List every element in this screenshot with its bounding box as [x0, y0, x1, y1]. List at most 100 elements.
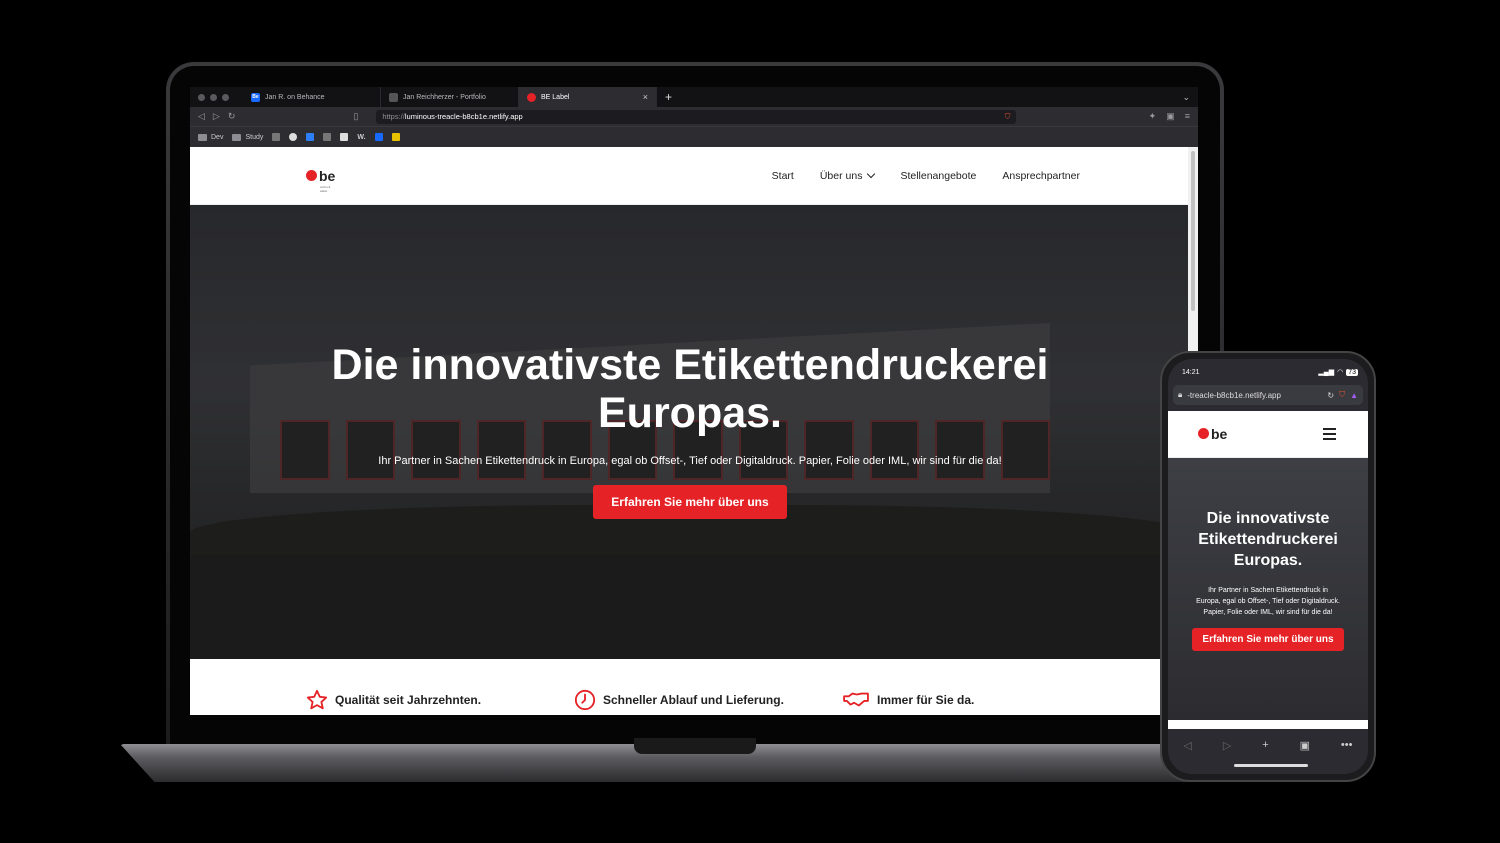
menu-icon[interactable]: ≡ — [1185, 111, 1190, 122]
bookmark-icon[interactable] — [323, 133, 332, 141]
browser-tab-be-label[interactable]: BE Label × — [519, 87, 657, 107]
site-logo[interactable]: be verbu & etiket — [306, 167, 336, 193]
phone-status-bar: 14:21 ▂▄▆ ◠ 73 — [1168, 359, 1368, 385]
browser-tab-bar: Be Jan R. on Behance Jan Reichherzer - P… — [190, 87, 1198, 107]
website-viewport: be verbu & etiket Start Über uns Stellen… — [190, 147, 1198, 715]
nav-start[interactable]: Start — [772, 170, 794, 182]
feature-speed: Schneller Ablauf und Lieferung. — [574, 689, 842, 711]
status-time: 14:21 — [1182, 368, 1200, 376]
hamburger-menu-icon[interactable] — [1323, 428, 1336, 440]
phone-site-header: be — [1168, 411, 1368, 458]
feature-label: Immer für Sie da. — [877, 693, 975, 707]
browser-tab-portfolio[interactable]: Jan Reichherzer - Portfolio — [381, 87, 519, 107]
feature-label: Qualität seit Jahrzehnten. — [335, 693, 482, 707]
wifi-icon: ◠ — [1337, 369, 1344, 376]
back-icon[interactable]: ◁ — [1183, 739, 1191, 752]
phone-url: -treacle-b8cb1e.netlify.app — [1187, 390, 1281, 400]
forward-icon[interactable]: ▷ — [213, 111, 220, 122]
hero-title: Die innovativste Etikettendruckerei Euro… — [331, 341, 1049, 437]
url-host: luminous-treacle-b8cb1e.netlify.app — [404, 112, 523, 121]
features-strip: Qualität seit Jahrzehnten. Schneller Abl… — [190, 659, 1190, 715]
bookmark-folder-study[interactable]: Study — [232, 133, 263, 141]
laptop: Be Jan R. on Behance Jan Reichherzer - P… — [166, 62, 1224, 752]
phone-screen: 14:21 ▂▄▆ ◠ 73 🔒︎ -treacle-b8cb1e.netlif… — [1168, 359, 1368, 774]
more-icon[interactable]: ••• — [1341, 739, 1353, 751]
signal-icon: ▂▄▆ — [1318, 369, 1335, 376]
phone-website: be Die innovativste Etikettendruckerei E… — [1168, 411, 1368, 729]
home-indicator[interactable] — [1234, 764, 1308, 767]
brave-shield-icon[interactable]: ⛉ — [1339, 390, 1345, 400]
window-controls[interactable] — [198, 93, 229, 101]
tab-label: Jan R. on Behance — [265, 93, 325, 101]
laptop-screen: Be Jan R. on Behance Jan Reichherzer - P… — [190, 87, 1198, 715]
phone-address-bar[interactable]: 🔒︎ -treacle-b8cb1e.netlify.app ↻ ⛉ ▲ — [1173, 385, 1363, 405]
new-tab-icon[interactable]: + — [665, 90, 672, 104]
heart-icon — [1198, 428, 1209, 439]
bookmark-icon[interactable] — [306, 133, 315, 141]
star-icon — [306, 689, 328, 710]
cta-button[interactable]: Erfahren Sie mehr über uns — [593, 485, 787, 519]
hero-subtitle: Ihr Partner in Sachen Etikettendruck in … — [1196, 587, 1340, 616]
nav-ansprechpartner[interactable]: Ansprechpartner — [1002, 170, 1080, 182]
sidebar-icon[interactable]: ▣ — [1166, 111, 1175, 122]
bookmark-icon[interactable] — [272, 133, 281, 141]
feature-label: Schneller Ablauf und Lieferung. — [603, 693, 784, 707]
clock-icon — [574, 689, 596, 711]
hero-title: Die innovativste Etikettendruckerei Euro… — [1198, 510, 1338, 569]
feature-support: Immer für Sie da. — [842, 689, 1110, 711]
bookmarks-bar: Dev Study W. — [190, 126, 1198, 147]
feature-quality: Qualität seit Jahrzehnten. — [306, 689, 574, 711]
hero-subtitle: Ihr Partner in Sachen Etikettendruck in … — [378, 455, 1002, 467]
tabs-icon[interactable]: ▣ — [1300, 739, 1310, 752]
nav-ueber-uns[interactable]: Über uns — [819, 169, 876, 182]
main-nav: Start Über uns Stellenangebote Ansprechp… — [772, 169, 1080, 182]
address-bar[interactable]: https://luminous-treacle-b8cb1e.netlify.… — [376, 109, 1017, 124]
nav-stellenangebote[interactable]: Stellenangebote — [900, 170, 976, 182]
logo-text: be — [319, 167, 336, 184]
forward-icon[interactable]: ▷ — [1223, 739, 1231, 752]
url-scheme: https:// — [382, 112, 405, 121]
brave-shield-icon[interactable]: ⛉ — [1005, 112, 1011, 122]
scrollbar-thumb[interactable] — [1191, 151, 1195, 311]
be-logo-icon — [527, 92, 536, 102]
reload-icon[interactable]: ↻ — [228, 111, 236, 122]
rewards-icon[interactable]: ▲ — [1350, 391, 1358, 400]
logo-text: be — [1211, 426, 1228, 442]
behance-icon: Be — [251, 92, 260, 102]
address-toolbar: ◁ ▷ ↻ ▯ https://luminous-treacle-b8cb1e.… — [190, 107, 1198, 126]
chevron-down-icon — [867, 169, 876, 178]
bookmark-w[interactable]: W. — [357, 134, 365, 141]
handshake-icon — [843, 692, 869, 707]
logo-subtitle: verbu & etiket — [320, 184, 331, 193]
lock-icon: 🔒︎ — [1178, 390, 1183, 399]
page-icon — [389, 92, 398, 102]
phone-hero: Die innovativste Etikettendruckerei Euro… — [1168, 458, 1368, 720]
site-header: be verbu & etiket Start Über uns Stellen… — [190, 147, 1198, 205]
site-logo[interactable]: be — [1198, 427, 1227, 441]
heart-icon — [306, 169, 317, 181]
bookmark-icon[interactable] — [391, 133, 400, 141]
bookmark-icon[interactable] — [340, 133, 349, 141]
tab-label: BE Label — [541, 93, 570, 101]
back-icon[interactable]: ◁ — [198, 111, 205, 122]
behance-icon[interactable] — [374, 133, 383, 141]
cta-button[interactable]: Erfahren Sie mehr über uns — [1192, 628, 1344, 651]
bookmark-icon[interactable]: ▯ — [353, 111, 358, 122]
new-tab-icon[interactable]: + — [1262, 739, 1268, 751]
hero-section: Die innovativste Etikettendruckerei Euro… — [190, 205, 1190, 659]
reload-icon[interactable]: ↻ — [1327, 391, 1334, 400]
github-icon[interactable] — [289, 133, 298, 141]
browser-tab-behance[interactable]: Be Jan R. on Behance — [243, 87, 381, 107]
bookmark-folder-dev[interactable]: Dev — [198, 133, 223, 141]
tab-label: Jan Reichherzer - Portfolio — [403, 93, 486, 101]
phone-browser-toolbar: ◁ ▷ + ▣ ••• — [1168, 729, 1368, 774]
battery-icon: 73 — [1346, 368, 1358, 376]
close-icon[interactable]: × — [643, 92, 648, 102]
laptop-notch — [634, 738, 756, 754]
hero-content: Die innovativste Etikettendruckerei Euro… — [190, 341, 1190, 519]
chevron-down-icon[interactable]: ⌄ — [1182, 92, 1190, 103]
phone: 14:21 ▂▄▆ ◠ 73 🔒︎ -treacle-b8cb1e.netlif… — [1160, 351, 1376, 782]
device-mockup: Be Jan R. on Behance Jan Reichherzer - P… — [0, 0, 1500, 843]
nav-label: Über uns — [819, 169, 863, 182]
extensions-icon[interactable]: ✦ — [1149, 111, 1157, 122]
